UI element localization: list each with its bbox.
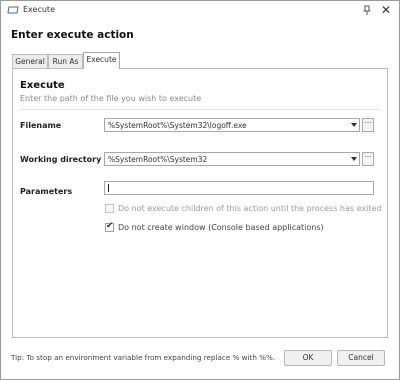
parameters-input[interactable] <box>104 181 374 195</box>
working-directory-browse-button[interactable]: ··· <box>362 152 374 166</box>
pin-icon[interactable] <box>361 4 373 16</box>
chevron-down-icon[interactable] <box>351 123 357 127</box>
parameters-label: Parameters <box>20 187 73 196</box>
tab-run-as[interactable]: Run As <box>48 54 83 68</box>
working-directory-label: Working directory <box>20 155 102 164</box>
filename-label: Filename <box>20 121 62 130</box>
filename-combo[interactable]: %SystemRoot%\System32\logoff.exe <box>104 118 360 132</box>
no-window-checkbox[interactable]: ✔ <box>105 221 114 232</box>
section-divider <box>20 109 380 110</box>
wait-children-checkbox[interactable] <box>105 204 114 213</box>
ok-button[interactable]: OK <box>284 350 332 366</box>
tab-execute[interactable]: Execute <box>83 52 120 69</box>
section-description: Enter the path of the file you wish to e… <box>20 94 202 103</box>
checkmark-icon: ✔ <box>106 221 114 231</box>
window-title: Execute <box>23 5 55 14</box>
tab-general[interactable]: General <box>12 54 48 68</box>
text-caret <box>108 184 109 192</box>
section-title: Execute <box>20 80 65 91</box>
footer-tip: Tip: To stop an environment variable fro… <box>11 353 276 362</box>
no-window-label: Do not create window (Console based appl… <box>118 223 324 232</box>
cancel-button[interactable]: Cancel <box>337 350 385 366</box>
wait-children-label: Do not execute children of this action u… <box>118 204 382 213</box>
chevron-down-icon[interactable] <box>351 157 357 161</box>
execute-panel: Execute Enter the path of the file you w… <box>12 68 388 338</box>
filename-browse-button[interactable]: ··· <box>362 118 374 132</box>
app-window-icon <box>7 6 19 14</box>
close-icon[interactable]: ✕ <box>379 3 393 17</box>
execute-dialog: Execute ✕ Enter execute action General R… <box>0 0 400 380</box>
filename-value: %SystemRoot%\System32\logoff.exe <box>108 121 247 130</box>
working-directory-combo[interactable]: %SystemRoot%\System32 <box>104 152 360 166</box>
dialog-heading: Enter execute action <box>11 29 134 41</box>
title-bar: Execute ✕ <box>1 1 399 21</box>
working-directory-value: %SystemRoot%\System32 <box>108 155 208 164</box>
